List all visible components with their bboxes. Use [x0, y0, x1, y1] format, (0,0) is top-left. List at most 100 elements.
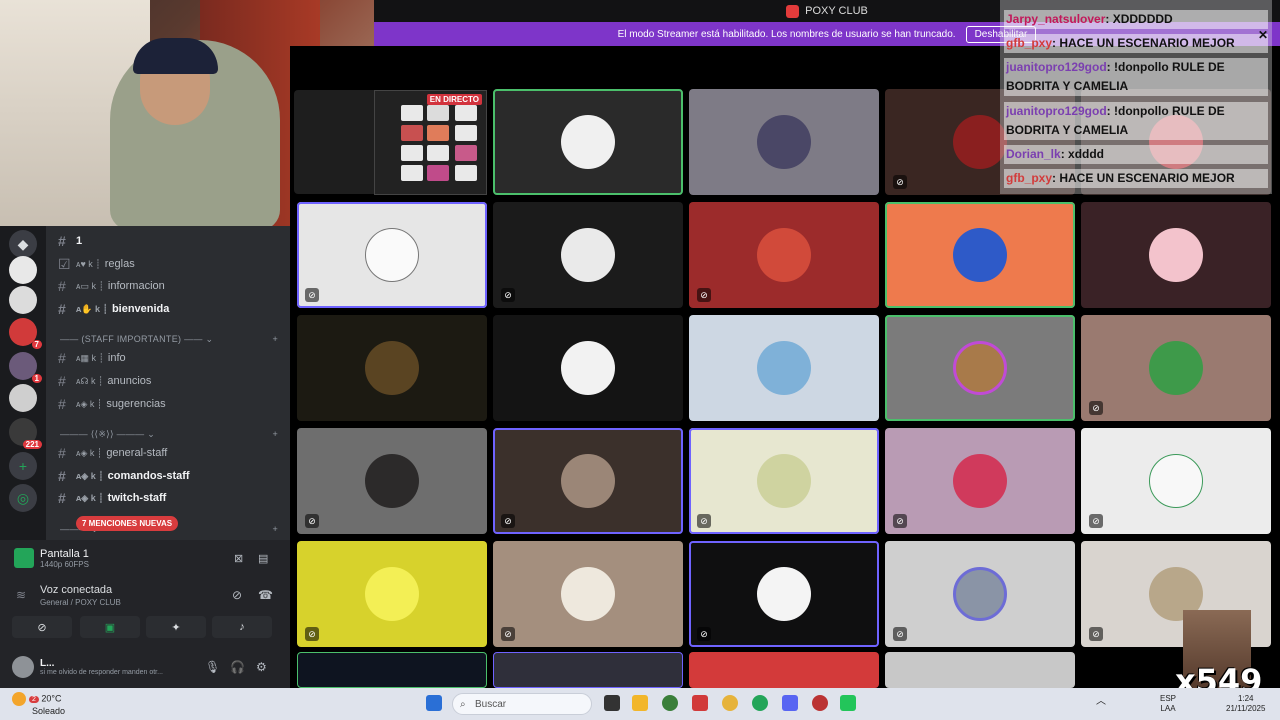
participant-tile[interactable]: ⊘ — [297, 541, 487, 647]
screen-share-icon — [14, 548, 34, 568]
live-preview[interactable]: EN DIRECTO — [374, 90, 487, 195]
stop-share-icon[interactable]: ⊠ — [234, 552, 243, 565]
soundboard-button[interactable]: ♪ — [212, 616, 272, 638]
camera-button[interactable]: ⊘ — [12, 616, 72, 638]
chrome-icon[interactable] — [722, 695, 738, 711]
close-icon[interactable]: ✕ — [1258, 28, 1268, 42]
category-header[interactable]: —— (STAFF IMPORTANTE) —— ⌄ + — [60, 334, 278, 345]
server-icon[interactable] — [9, 384, 37, 412]
participant-tile[interactable] — [493, 652, 683, 688]
participant-tile[interactable] — [885, 315, 1075, 421]
mute-icon: ⊘ — [1089, 627, 1103, 641]
participant-tile[interactable] — [689, 652, 879, 688]
settings-gear-icon[interactable]: ⚙ — [256, 660, 267, 674]
voice-status: Voz conectada — [40, 584, 113, 596]
participant-tile[interactable]: ⊘ — [1081, 315, 1271, 421]
participant-tile[interactable]: ⊘ — [297, 428, 487, 534]
participant-tile[interactable] — [493, 315, 683, 421]
activities-button[interactable]: ✦ — [146, 616, 206, 638]
channel-item[interactable]: # ᴀ◈ k ┊ general-staff — [58, 443, 278, 463]
avatar — [953, 115, 1007, 169]
discord-icon[interactable] — [782, 695, 798, 711]
voice-panel: ≋ Voz conectada General / POXY CLUB ⊘ ☎ … — [0, 576, 290, 646]
participant-tile[interactable] — [1081, 202, 1271, 308]
file-explorer-icon[interactable] — [632, 695, 648, 711]
noise-suppression-icon[interactable]: ⊘ — [232, 588, 242, 602]
avatar — [1149, 454, 1203, 508]
avatar — [365, 341, 419, 395]
language-indicator[interactable]: ESP LAA — [1160, 694, 1176, 714]
channel-item[interactable]: # ᴀ▭ k ┊ informacion — [58, 276, 278, 296]
taskbar: 2 20°C Soleado ⌕ Buscar ︿ ESP LAA 1:24 21/1… — [0, 688, 1280, 720]
headphones-icon[interactable]: 🎧 — [230, 660, 245, 674]
channel-item[interactable]: # ᴀ◈ k ┊ twitch-staff — [58, 488, 278, 508]
add-server-icon[interactable]: + — [9, 452, 37, 480]
server-icon[interactable]: 1 — [9, 352, 42, 383]
app-icon[interactable] — [840, 695, 856, 711]
participant-tile[interactable]: ⊘ — [885, 428, 1075, 534]
participant-tile[interactable]: ⊘ — [493, 202, 683, 308]
add-channel-icon: + — [272, 334, 278, 344]
popout-icon[interactable]: ▤ — [258, 552, 268, 565]
microphone-icon[interactable]: 🎙 — [205, 660, 220, 674]
participant-tile[interactable]: ⊘ — [493, 541, 683, 647]
screen: { "window": { "title": "POXY CLUB" }, "b… — [0, 0, 1280, 720]
participant-tile[interactable]: ⊘ — [297, 202, 487, 308]
app-icon[interactable] — [662, 695, 678, 711]
channel-item[interactable]: # ᴀ▦ k ┊ info — [58, 348, 278, 368]
share-screen-button[interactable]: ▣ — [80, 616, 140, 638]
weather-widget[interactable]: 2 20°C Soleado — [12, 692, 65, 717]
chat-message: Jarpy_natsulover: XDDDDDD — [1004, 10, 1268, 29]
participant-tile[interactable] — [297, 652, 487, 688]
tray-chevron-icon[interactable]: ︿ — [1096, 697, 1106, 707]
new-mentions-badge[interactable]: 7 MENCIONES NUEVAS — [76, 516, 179, 531]
app-icon[interactable] — [692, 695, 708, 711]
avatar — [561, 341, 615, 395]
participant-tile[interactable] — [885, 652, 1075, 688]
participant-tile[interactable] — [689, 89, 879, 195]
participant-tile[interactable]: ⊘ — [689, 202, 879, 308]
category-header[interactable]: ——— ⟨⟨※⟩⟩ ——— ⌄ + — [60, 429, 278, 440]
participant-tile[interactable] — [885, 202, 1075, 308]
server-icon[interactable]: ◆ — [9, 230, 37, 258]
participant-tile[interactable]: ⊘ — [689, 428, 879, 534]
channel-item[interactable]: #1 — [58, 231, 278, 251]
server-icon[interactable]: 221 — [9, 418, 42, 449]
participant-tile[interactable]: ⊘ — [689, 541, 879, 647]
chat-message: gfb_pxy: HACE UN ESCENARIO MEJOR — [1004, 34, 1268, 53]
screen-share-bar: Pantalla 1 1440p 60FPS ⊠ ▤ — [0, 540, 290, 576]
channel-item[interactable]: ☑ ᴀ♥ k ┊ reglas — [58, 254, 278, 274]
disconnect-icon[interactable]: ☎ — [258, 588, 273, 602]
screen-share-quality: 1440p 60FPS — [40, 559, 89, 569]
clock[interactable]: 1:24 21/11/2025 — [1226, 694, 1265, 714]
windows-start-icon[interactable] — [426, 695, 442, 711]
avatar — [1149, 341, 1203, 395]
channel-item[interactable]: # ᴀ◈ k ┊ comandos-staff — [58, 466, 278, 486]
chat-message: juanitopro129god: !donpollo RULE DE BODR… — [1004, 102, 1268, 140]
avatar — [365, 454, 419, 508]
mute-icon: ⊘ — [697, 288, 711, 302]
server-icon[interactable]: 7 — [9, 318, 42, 349]
server-icon[interactable] — [9, 256, 37, 284]
participant-tile[interactable] — [297, 315, 487, 421]
participant-tile[interactable]: ⊘ — [885, 541, 1075, 647]
spotify-icon[interactable] — [752, 695, 768, 711]
channel-item[interactable]: # ᴀ✋ k ┊ bienvenida — [58, 299, 278, 319]
chat-message: juanitopro129god: !donpollo RULE DE BODR… — [1004, 58, 1268, 96]
avatar[interactable] — [12, 656, 34, 678]
taskbar-search[interactable]: ⌕ Buscar — [452, 693, 592, 715]
task-view-icon[interactable] — [604, 695, 620, 711]
live-badge: EN DIRECTO — [426, 94, 482, 105]
server-icon[interactable] — [9, 286, 37, 314]
participant-tile[interactable]: ⊘ — [493, 428, 683, 534]
hash-icon: # — [58, 445, 66, 461]
app-icon[interactable] — [812, 695, 828, 711]
participant-tile[interactable] — [689, 315, 879, 421]
explore-icon[interactable]: ◎ — [9, 484, 37, 512]
rules-icon: ☑ — [58, 255, 71, 272]
channel-item[interactable]: # ᴀ☊ k ┊ anuncios — [58, 371, 278, 391]
window-title: POXY CLUB — [805, 5, 868, 17]
participant-tile[interactable]: ⊘ — [1081, 428, 1271, 534]
channel-item[interactable]: # ᴀ◈ k ┊ sugerencias — [58, 394, 278, 414]
participant-tile[interactable] — [493, 89, 683, 195]
